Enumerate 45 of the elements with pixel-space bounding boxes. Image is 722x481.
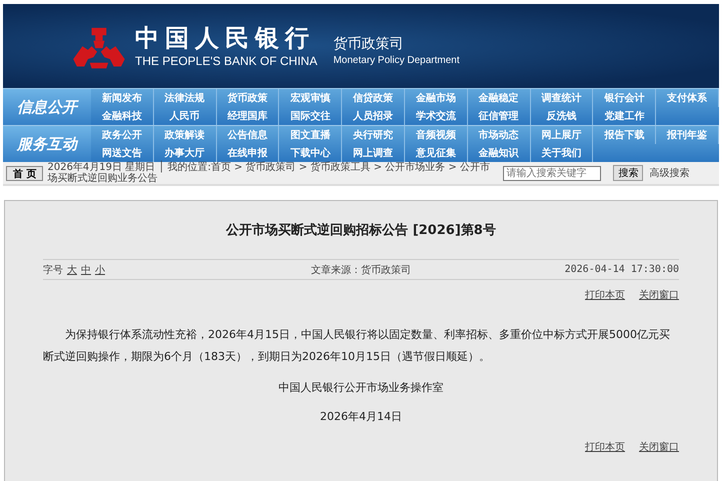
nav-link[interactable]: 央行研究 [342, 126, 405, 144]
nav-link[interactable]: 信贷政策 [342, 89, 405, 107]
nav-link[interactable]: 宏观审慎 [279, 89, 342, 107]
nav-link[interactable]: 市场动态 [468, 126, 531, 144]
nav-link[interactable]: 图文直播 [279, 126, 342, 144]
nav-link[interactable]: 支付体系 [656, 89, 719, 107]
nav-group-label: 信息公开 [3, 89, 91, 125]
nav-link[interactable]: 新闻发布 [91, 89, 154, 107]
nav-link[interactable]: 金融市场 [404, 89, 468, 107]
article-date: 2026年4月14日 [319, 409, 403, 424]
bank-name: 中国人民银行 [135, 24, 316, 52]
nav-link[interactable]: 音频视频 [404, 126, 468, 144]
publish-time: 2026-04-14 17:30:00 [564, 264, 679, 275]
bank-name-english: THE PEOPLE'S BANK OF CHINA [135, 54, 318, 68]
nav-link[interactable]: 公告信息 [216, 126, 280, 144]
page-action-link[interactable]: 关闭窗口 [639, 288, 679, 302]
nav-link[interactable]: 报告下载 [593, 126, 656, 144]
article-signature: 中国人民银行公开市场业务操作室 [278, 380, 444, 395]
page-action-link[interactable]: 关闭窗口 [639, 440, 679, 454]
nav-link[interactable]: 法律法规 [154, 89, 217, 107]
nav-link[interactable]: 调查统计 [530, 89, 594, 107]
search-button[interactable]: 搜索 [613, 165, 644, 181]
article-source: 文章来源：货币政策司 [311, 264, 411, 276]
department-name: 货币政策司 [333, 34, 404, 52]
font-size-link[interactable]: 大 [67, 262, 77, 276]
home-button[interactable]: 首 页 [6, 166, 44, 180]
nav-link[interactable]: 报刊年鉴 [656, 126, 719, 144]
nav-link[interactable]: 银行会计 [593, 89, 656, 107]
breadcrumb-trail: 2026年4月19日 星期日 │ 我的位置:首页 > 货币政策司 > 货币政策工具 > 公开市场业务 > 公开市场买断式逆回购业务公告 [47, 162, 491, 184]
font-size-link[interactable]: 小 [95, 262, 105, 276]
article-body: 为保持银行体系流动性充裕，2026年4月15日，中国人民银行将以固定数量、利率招标、多重价位中标方式开展5000亿元买断式逆回购操作，期限为6个月（183天），到期日为2026年10月15日（遇节假日顺延）。 [43, 327, 671, 365]
nav-link[interactable]: 网上展厅 [530, 126, 594, 144]
font-size-label: 字号 [43, 264, 63, 276]
nav-group-label: 服务互动 [3, 126, 91, 162]
search-field[interactable]: 请输入搜索关键字 [503, 166, 602, 180]
page-action-link[interactable]: 打印本页 [585, 440, 625, 454]
nav-link[interactable]: 政策解读 [154, 126, 217, 144]
department-name-english: Monetary Policy Department [333, 54, 460, 66]
nav-link[interactable]: 金融稳定 [468, 89, 531, 107]
advanced-search-link[interactable]: 高级搜索 [649, 166, 690, 180]
page-action-link[interactable]: 打印本页 [585, 288, 625, 302]
font-size-link[interactable]: 中 [81, 262, 91, 276]
nav-link[interactable]: 货币政策 [216, 89, 280, 107]
nav-link[interactable]: 政务公开 [91, 126, 154, 144]
article-title: 公开市场买断式逆回购招标公告 [2026]第8号 [224, 222, 497, 239]
